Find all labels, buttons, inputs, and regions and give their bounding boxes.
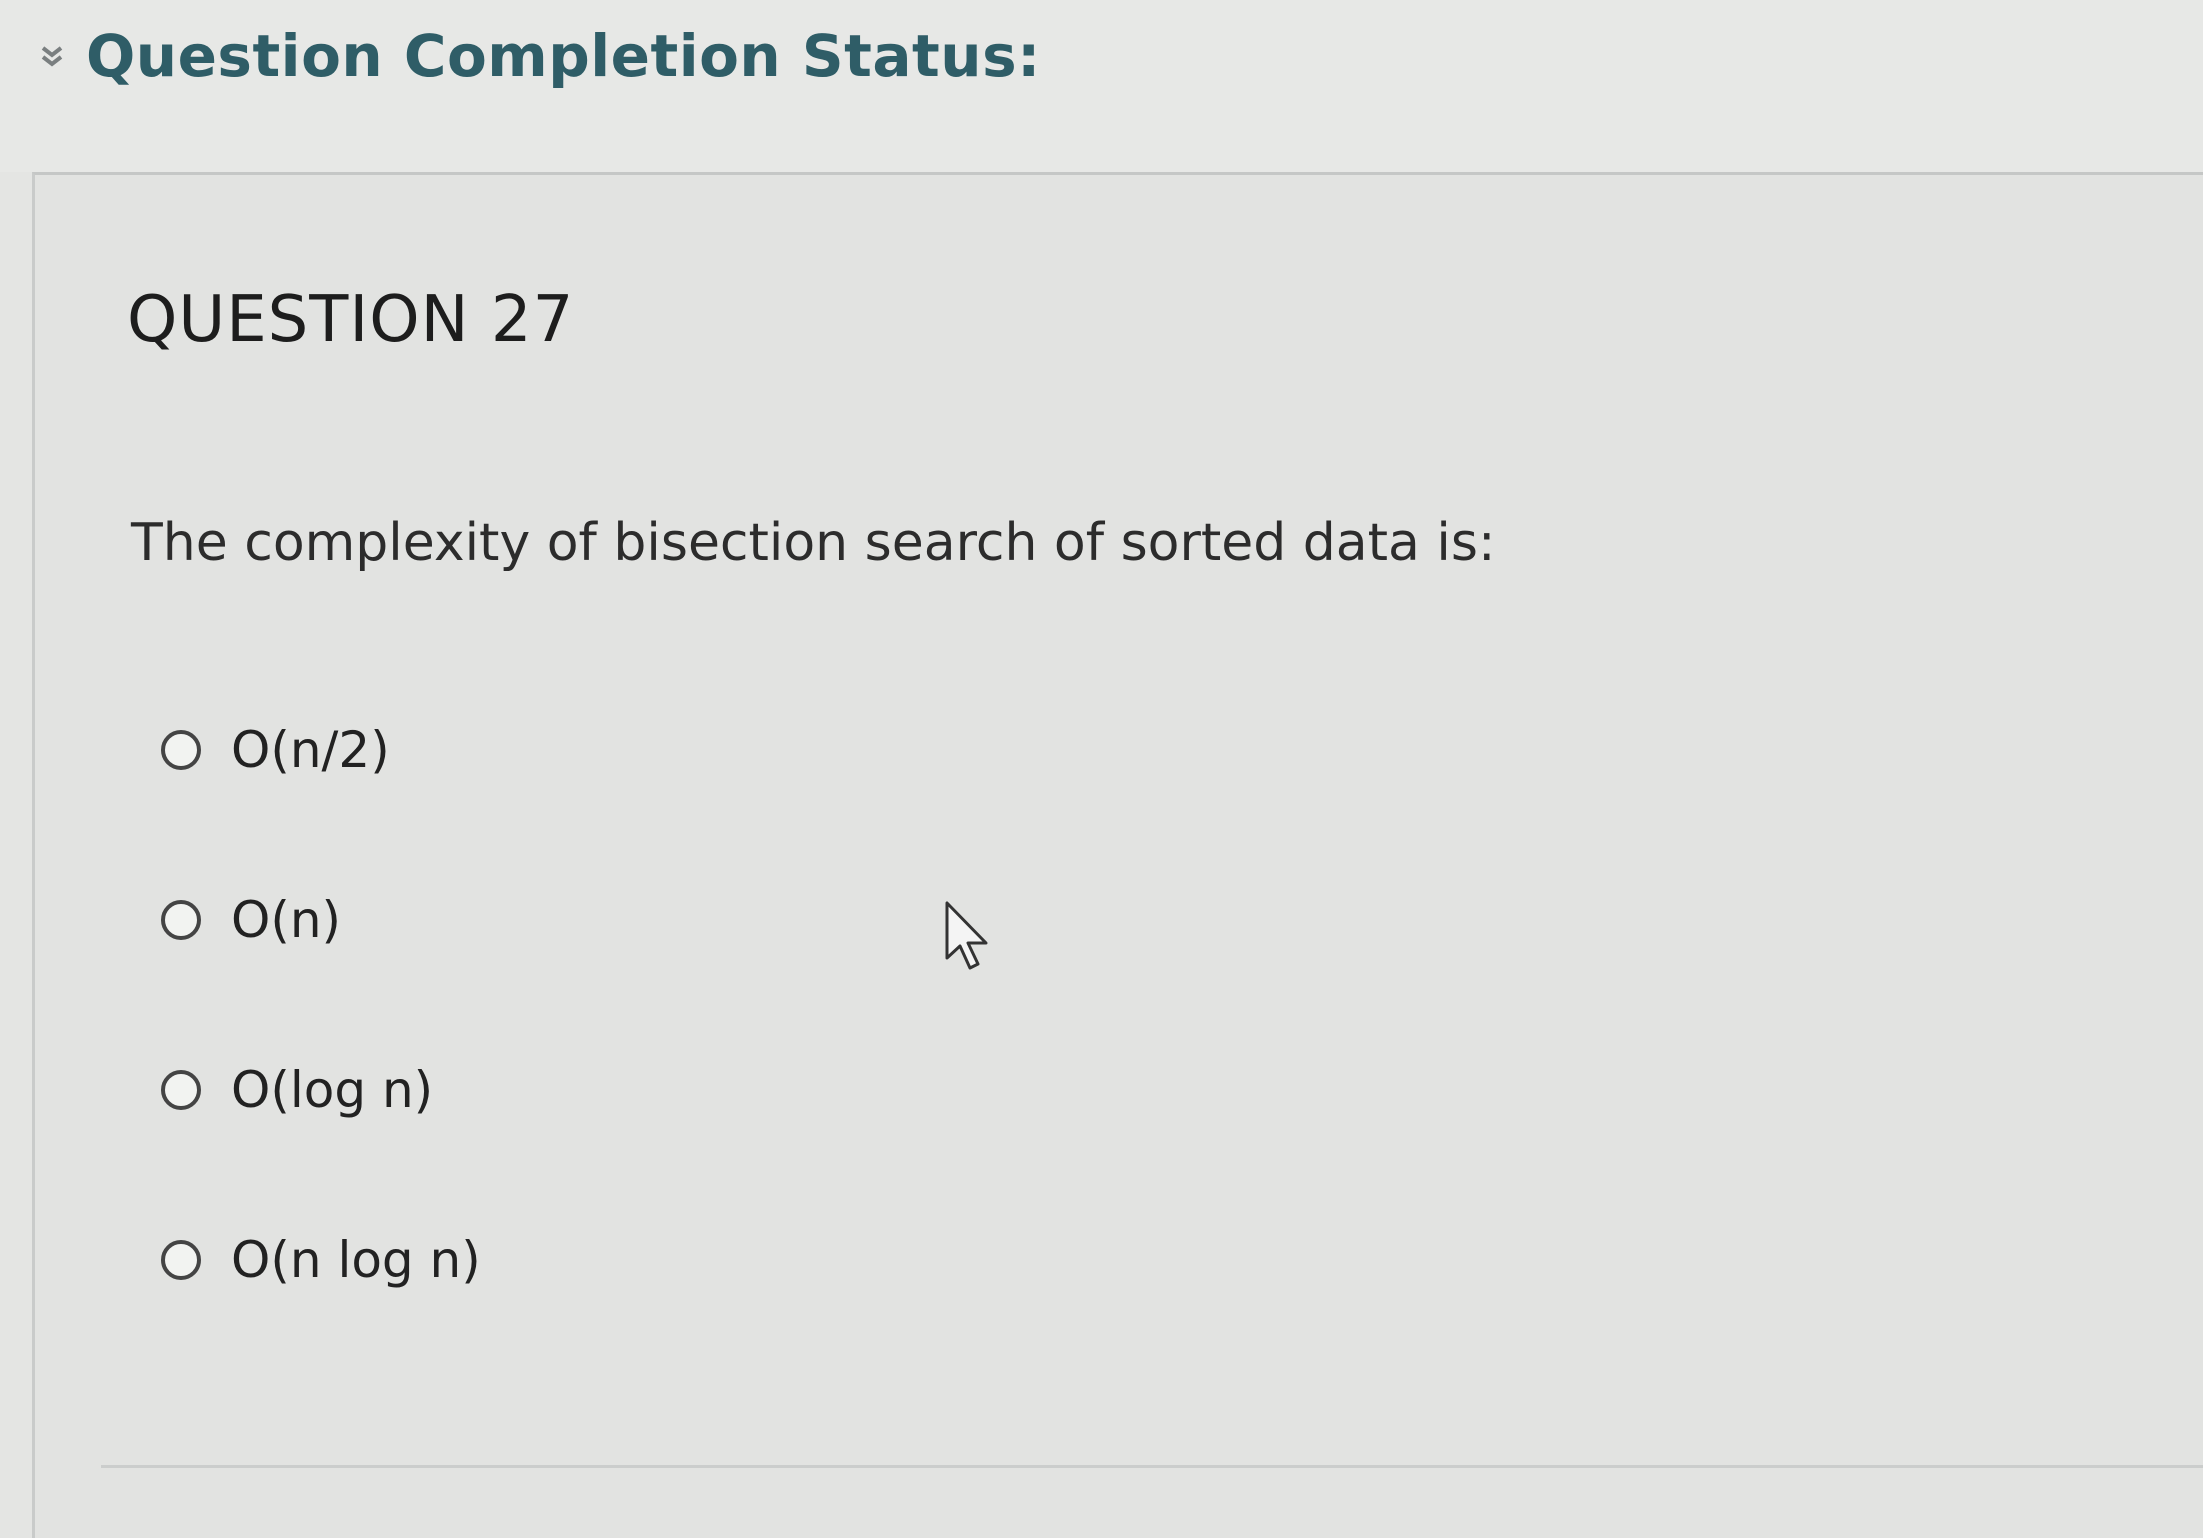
answer-option-4[interactable]: O(n log n) [161,1175,481,1345]
question-number-heading: QUESTION 27 [127,283,575,357]
radio-button[interactable] [161,1070,201,1110]
radio-button[interactable] [161,900,201,940]
completion-status-title: Question Completion Status: [86,22,1041,90]
chevron-down-icon[interactable] [34,38,70,74]
completion-status-toggle[interactable]: Question Completion Status: [34,22,1041,90]
question-status-bar: Question Completion Status: [0,0,2203,172]
answer-option-2[interactable]: O(n) [161,835,481,1005]
divider [101,1465,2203,1468]
answer-option-1[interactable]: O(n/2) [161,665,481,835]
answer-option-label[interactable]: O(log n) [231,1061,433,1119]
mouse-pointer-icon [945,901,988,970]
answer-option-3[interactable]: O(log n) [161,1005,481,1175]
question-panel: QUESTION 27 The complexity of bisection … [32,172,2203,1538]
answer-choices: O(n/2) O(n) O(log n) O(n log n) [161,665,481,1345]
answer-option-label[interactable]: O(n) [231,891,341,949]
question-prompt: The complexity of bisection search of so… [131,513,1496,573]
answer-option-label[interactable]: O(n log n) [231,1231,481,1289]
answer-option-label[interactable]: O(n/2) [231,721,390,779]
radio-button[interactable] [161,1240,201,1280]
radio-button[interactable] [161,730,201,770]
